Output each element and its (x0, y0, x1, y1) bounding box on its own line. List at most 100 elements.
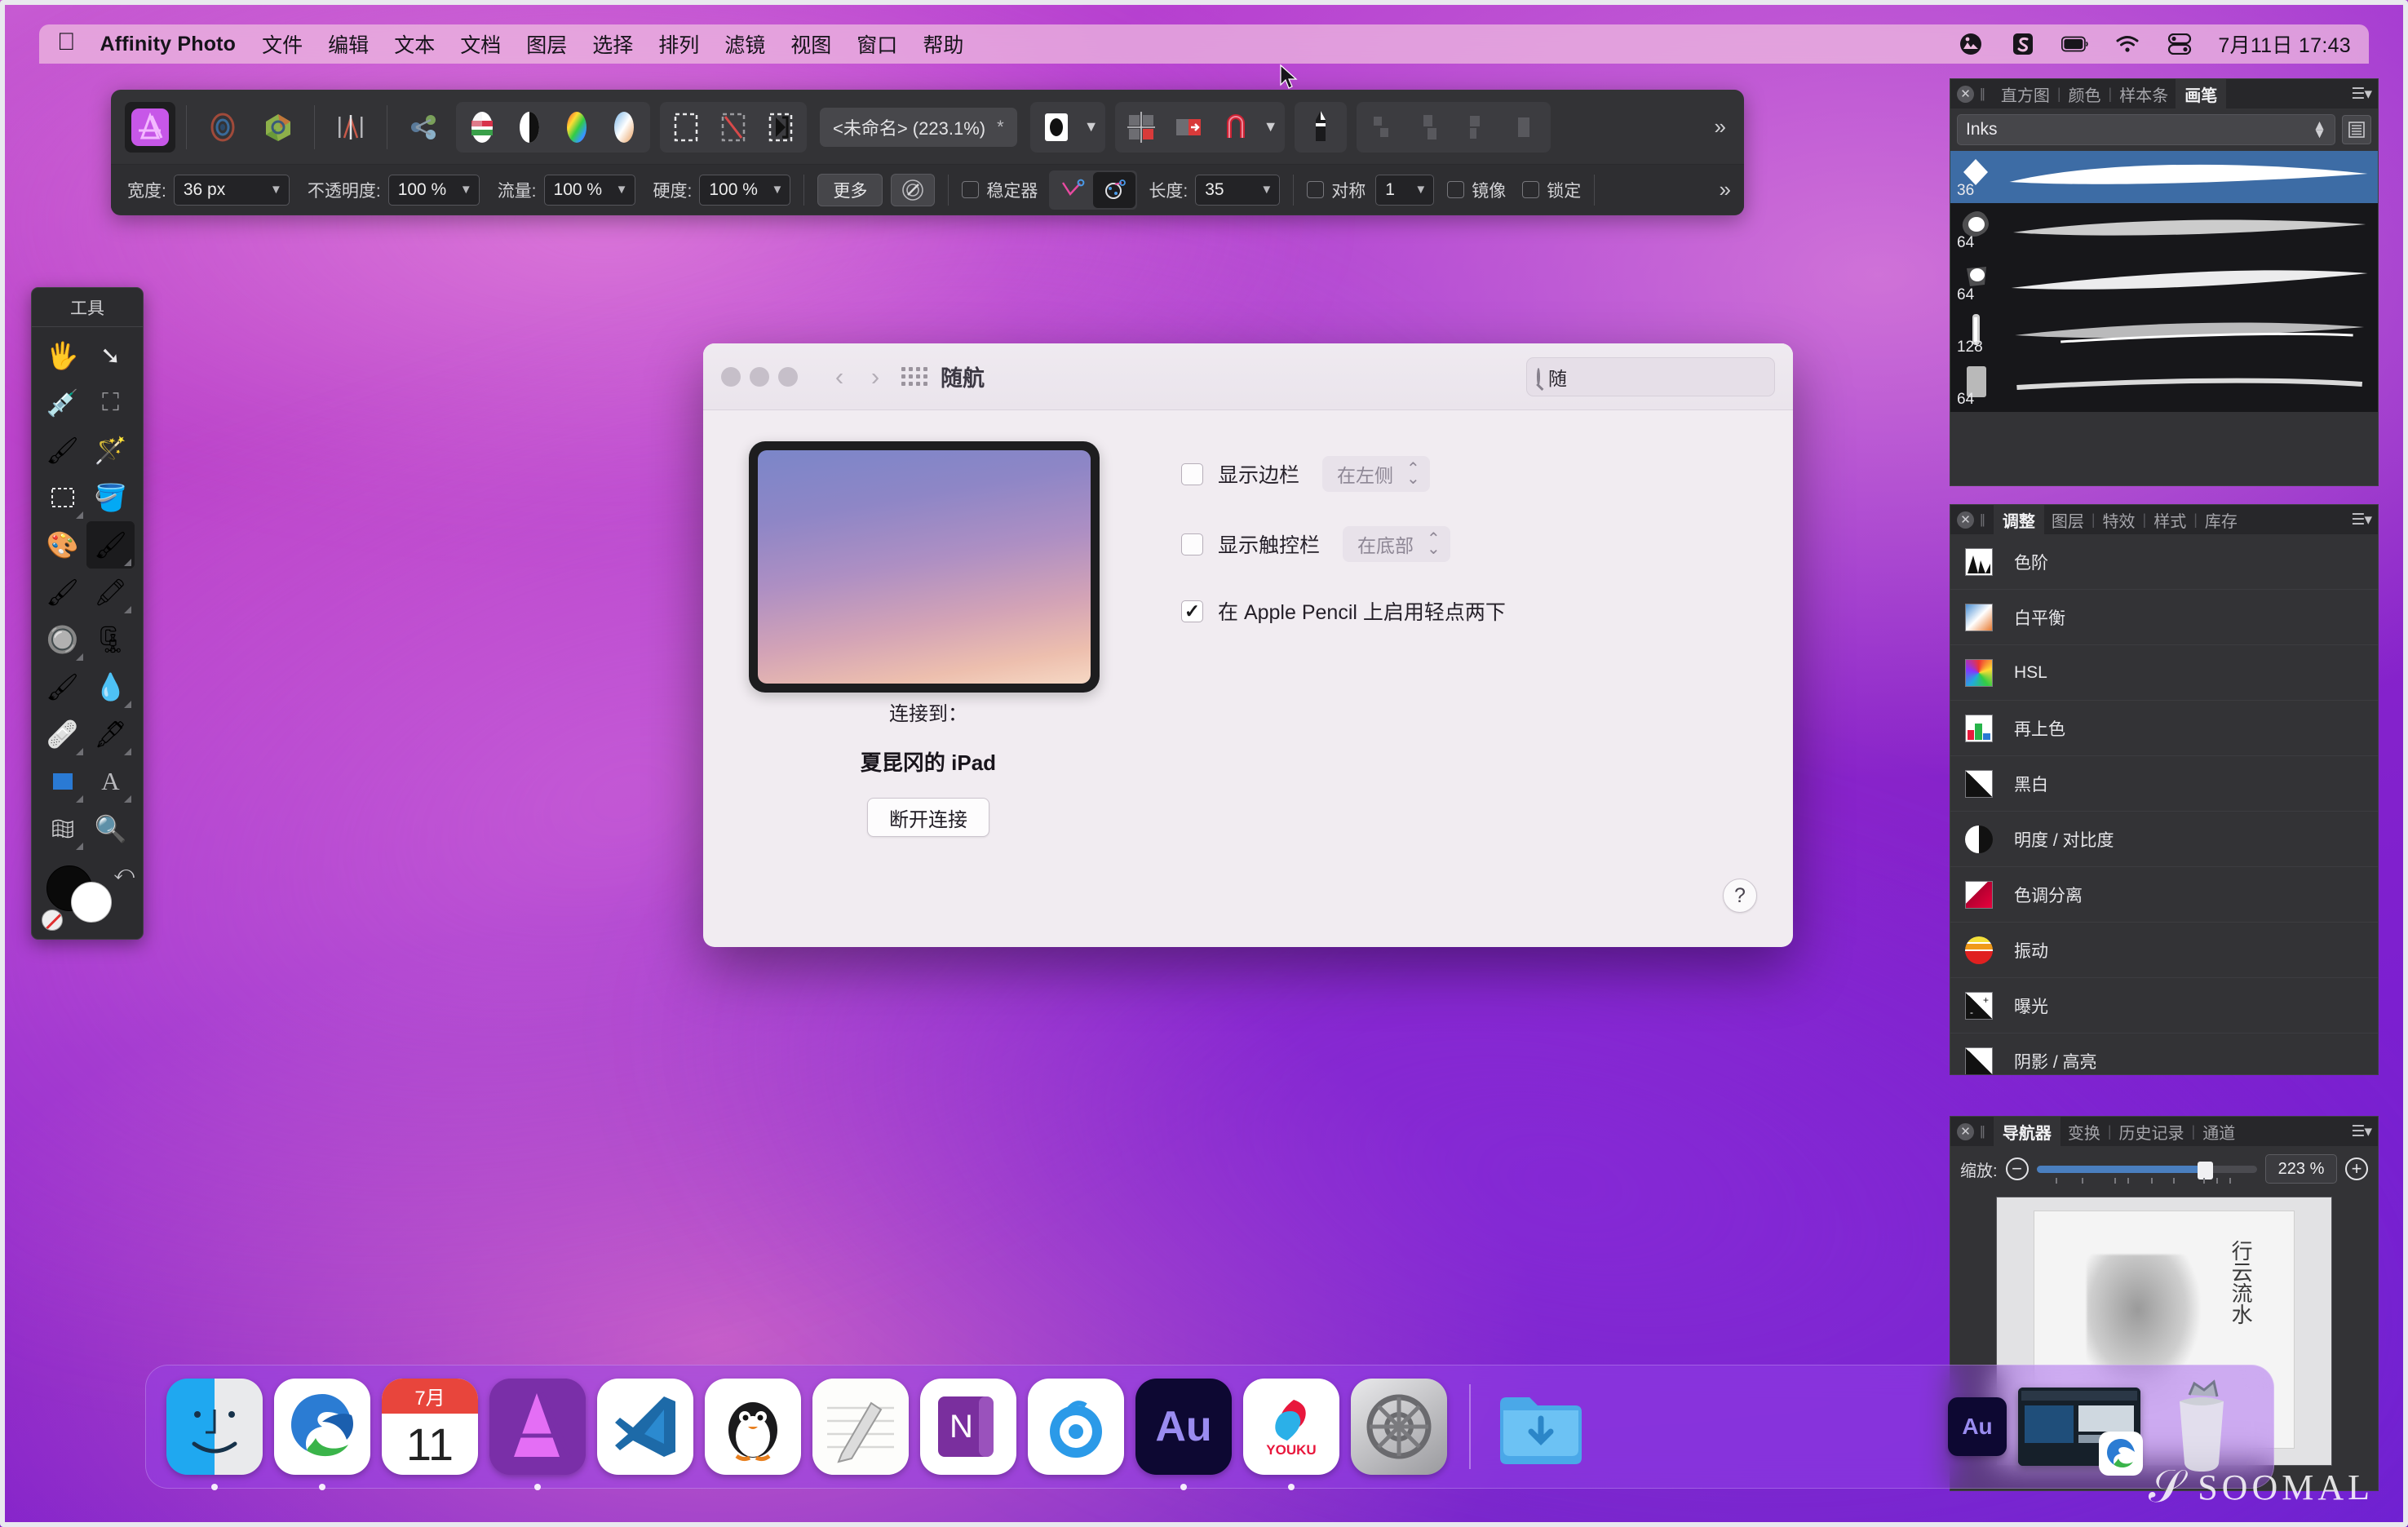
dodge-burn-tool[interactable]: 🔘 (38, 616, 86, 663)
blend-ellipse-icon[interactable] (1034, 104, 1079, 150)
menu-bar-clock[interactable]: 7月11日 17:43 (2218, 29, 2351, 59)
window-stabilizer-icon[interactable] (1093, 171, 1136, 208)
tab-channels[interactable]: 通道 (2195, 1117, 2242, 1149)
align-right-icon[interactable] (1454, 104, 1500, 150)
adjustment-vibrance[interactable]: 振动 (1950, 923, 2378, 978)
wifi-icon[interactable] (2114, 32, 2141, 56)
panel-grip-icon[interactable]: || (1980, 86, 1985, 102)
preferences-search-field[interactable]: ✕ (1526, 356, 1790, 396)
none-swatch-icon[interactable] (42, 910, 63, 931)
zoom-slider-knob[interactable] (2197, 1162, 2213, 1180)
align-justify-icon[interactable] (1502, 104, 1547, 150)
dock-item-calendar[interactable]: 7月 11 (376, 1373, 484, 1481)
menu-item-window[interactable]: 窗口 (857, 29, 897, 59)
develop-persona-icon[interactable] (253, 102, 303, 153)
brush-preview-icon[interactable] (891, 173, 936, 206)
tab-effects[interactable]: 特效 (2096, 505, 2143, 538)
panel-close-icon[interactable]: ✕ (1957, 85, 1974, 103)
show-sidebar-checkbox[interactable] (1181, 463, 1203, 485)
refine-selection-icon[interactable] (758, 104, 803, 150)
zoom-tool[interactable]: 🔍 (86, 805, 135, 852)
menu-item-select[interactable]: 选择 (592, 29, 633, 59)
dock-item-system-preferences[interactable] (1345, 1373, 1453, 1481)
stabilizer-checkbox[interactable] (962, 181, 980, 198)
minimized-window-audition[interactable]: Au (1941, 1373, 2014, 1481)
brush-list-item[interactable]: 36 (1950, 151, 2378, 203)
apple-pencil-double-tap-checkbox[interactable] (1181, 600, 1203, 622)
document-tab[interactable]: <未命名> (223.1%) * (820, 107, 1017, 147)
menu-item-view[interactable]: 视图 (790, 29, 831, 59)
brush-opacity-field[interactable]: 100 % ▼ (387, 174, 480, 206)
dock-item-qq[interactable] (699, 1373, 807, 1481)
pressure-pen-icon[interactable] (1298, 104, 1343, 150)
dock-item-affinity-photo[interactable] (484, 1373, 591, 1490)
mirror-checkbox[interactable] (1447, 181, 1465, 198)
menu-item-layer[interactable]: 图层 (526, 29, 567, 59)
chevron-left-icon[interactable]: ‹ (821, 362, 857, 392)
healing-brush-tool[interactable]: 🩹 (38, 710, 86, 758)
adjustment-hsl[interactable]: HSL (1950, 645, 2378, 701)
magnet-snap-icon[interactable] (1213, 104, 1259, 150)
dock-item-onenote[interactable]: N (914, 1373, 1022, 1481)
erase-brush-tool[interactable]: 🖍 (86, 569, 135, 616)
battery-icon[interactable] (2061, 32, 2089, 56)
list-view-icon[interactable] (2342, 115, 2371, 144)
liquify-persona-icon[interactable] (197, 102, 248, 153)
zoom-out-icon[interactable]: − (2005, 1157, 2029, 1180)
brush-hardness-field[interactable]: 100 % ▼ (699, 174, 791, 206)
contrast-icon[interactable] (507, 104, 552, 150)
panel-close-icon[interactable]: ✕ (1957, 1122, 1974, 1140)
brush-list-item[interactable]: 64 (1950, 360, 2378, 412)
undo-brush-tool[interactable]: 🖌 (38, 663, 86, 710)
move-to-icon[interactable] (1166, 104, 1211, 150)
adjustment-black-white[interactable]: 黑白 (1950, 756, 2378, 812)
panel-menu-icon[interactable]: ☰▾ (2351, 85, 2372, 104)
tab-history[interactable]: 历史记录 (2112, 1117, 2192, 1149)
brush-width-field[interactable]: 36 px ▼ (173, 174, 290, 206)
toolbar-overflow-button[interactable]: » (1715, 114, 1726, 139)
adjustment-recolor[interactable]: 再上色 (1950, 701, 2378, 756)
brush-more-button[interactable]: 更多 (817, 173, 883, 206)
chevron-right-icon[interactable]: › (857, 362, 893, 392)
brush-list[interactable]: 36 64 64 128 64 (1950, 151, 2378, 412)
zoom-in-icon[interactable]: + (2345, 1157, 2368, 1180)
gradient-icon[interactable] (601, 104, 647, 150)
menu-item-file[interactable]: 文件 (262, 29, 303, 59)
lock-checkbox[interactable] (1522, 181, 1540, 198)
align-center-icon[interactable] (1407, 104, 1453, 150)
tab-transform[interactable]: 变换 (2061, 1117, 2108, 1149)
adjustment-white-balance[interactable]: 白平衡 (1950, 590, 2378, 645)
brush-list-item[interactable]: 64 (1950, 203, 2378, 255)
panel-menu-icon[interactable]: ☰▾ (2351, 1122, 2372, 1141)
sogou-input-icon[interactable] (2009, 32, 2037, 56)
pen-tool[interactable]: 🖋 (86, 710, 135, 758)
minimized-window-edge[interactable] (2014, 1373, 2145, 1481)
stabilizer-length-field[interactable]: 35 ▼ (1195, 174, 1281, 206)
hand-tool[interactable]: 🖐 (38, 332, 86, 379)
sidebar-position-select[interactable]: 在左侧 ⌃ ⌄ (1322, 456, 1430, 492)
adjustment-posterize[interactable]: 色调分离 (1950, 867, 2378, 923)
chevron-down-icon-2[interactable]: ▼ (1260, 104, 1281, 150)
zoom-slider[interactable] (2036, 1162, 2257, 1184)
background-color-swatch[interactable] (71, 882, 112, 923)
adjustment-brightness-contrast[interactable]: 明度 / 对比度 (1950, 812, 2378, 867)
dock-item-microsoft-edge[interactable] (268, 1373, 376, 1490)
tab-adjustments[interactable]: 调整 (1993, 505, 2044, 538)
show-touchbar-checkbox[interactable] (1181, 533, 1203, 555)
photos-menu-icon[interactable] (1957, 32, 1985, 56)
panel-menu-icon[interactable]: ☰▾ (2351, 511, 2372, 529)
menu-item-filter[interactable]: 滤镜 (724, 29, 765, 59)
dock-item-downloads-folder[interactable] (1487, 1373, 1595, 1481)
dock-item-finder[interactable] (161, 1373, 268, 1490)
crop-tool[interactable]: ⛶ (86, 379, 135, 427)
color-wheel-icon[interactable] (554, 104, 600, 150)
mesh-warp-tool[interactable] (38, 805, 86, 852)
export-persona-icon[interactable] (398, 102, 449, 153)
artistic-text-tool[interactable]: A (86, 758, 135, 805)
blur-brush-tool[interactable]: 💧 (86, 663, 135, 710)
tab-navigator[interactable]: 导航器 (1993, 1117, 2061, 1150)
adjustment-exposure[interactable]: + - 曝光 (1950, 978, 2378, 1033)
zoom-value-field[interactable]: 223 % (2265, 1154, 2337, 1184)
color-channels-icon[interactable] (459, 104, 505, 150)
zoom-button[interactable] (778, 366, 798, 387)
